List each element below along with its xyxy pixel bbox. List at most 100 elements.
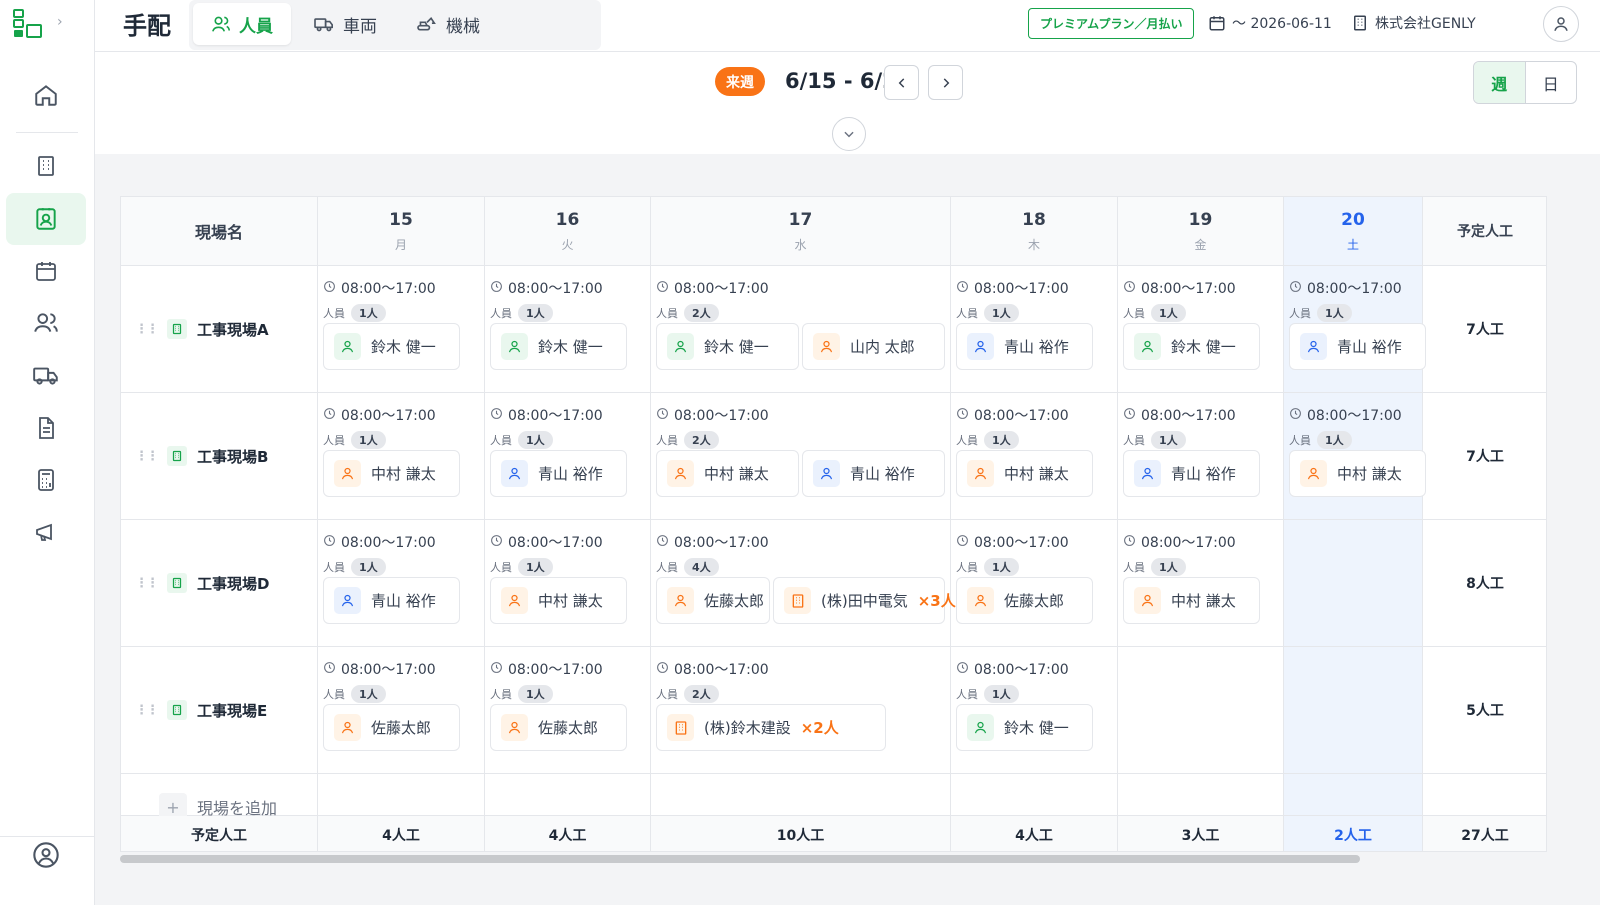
schedule-cell[interactable]: 08:00〜17:00 人員 1人 青山 裕作: [318, 520, 485, 647]
weekday-label: 火: [561, 237, 574, 252]
schedule-cell[interactable]: 08:00〜17:00 人員 1人 中村 謙太: [1118, 520, 1284, 647]
tab-staff[interactable]: 人員: [193, 3, 291, 45]
day-number: 20: [1341, 209, 1365, 230]
schedule-cell[interactable]: 08:00〜17:00 人員 1人 中村 謙太: [485, 520, 651, 647]
drag-handle-icon[interactable]: ⋮⋮: [135, 703, 159, 718]
schedule-cell[interactable]: 08:00〜17:00 人員 1人 中村 謙太: [951, 393, 1118, 520]
staff-chip[interactable]: 佐藤太郎: [956, 577, 1093, 624]
staff-chip[interactable]: 山内 太郎: [802, 323, 945, 370]
staff-chip[interactable]: 中村 謙太: [1289, 450, 1426, 497]
view-day-button[interactable]: 日: [1526, 62, 1577, 103]
column-header-day[interactable]: 15 月: [318, 197, 485, 266]
site-row-name[interactable]: ⋮⋮ 工事現場E: [121, 647, 318, 774]
schedule-cell[interactable]: [1118, 647, 1284, 774]
next-week-button[interactable]: [928, 65, 963, 100]
app-logo[interactable]: [13, 9, 43, 39]
view-week-button[interactable]: 週: [1474, 62, 1526, 103]
site-row-name[interactable]: ⋮⋮ 工事現場A: [121, 266, 318, 393]
sidebar-item-home[interactable]: [6, 69, 86, 121]
date-range-indicator[interactable]: 〜 2026-06-11: [1208, 13, 1332, 33]
schedule-cell[interactable]: [1284, 520, 1423, 647]
headcount-value: 1人: [351, 558, 386, 576]
subcontractor-chip[interactable]: (株)田中電気 ×3人: [773, 577, 956, 624]
user-avatar[interactable]: [1543, 6, 1579, 42]
site-row-name[interactable]: ⋮⋮ 工事現場B: [121, 393, 318, 520]
clock-icon: [656, 280, 669, 297]
prev-week-button[interactable]: [884, 65, 919, 100]
staff-chip[interactable]: 中村 謙太: [490, 577, 627, 624]
staff-chip[interactable]: 佐藤太郎: [490, 704, 627, 751]
staff-chip[interactable]: 鈴木 健一: [656, 323, 799, 370]
staff-chip[interactable]: 鈴木 健一: [490, 323, 627, 370]
schedule-cell[interactable]: 08:00〜17:00 人員 1人 鈴木 健一: [318, 266, 485, 393]
schedule-cell[interactable]: 08:00〜17:00 人員 1人 佐藤太郎: [485, 647, 651, 774]
staff-chip[interactable]: 中村 謙太: [656, 450, 799, 497]
staff-name: 中村 謙太: [538, 592, 603, 610]
staff-chip[interactable]: 中村 謙太: [1123, 577, 1260, 624]
expand-sidebar-icon[interactable]: ›: [57, 14, 63, 30]
horizontal-scrollbar[interactable]: [120, 853, 1532, 865]
staff-chip[interactable]: 青山 裕作: [1289, 323, 1426, 370]
plan-badge[interactable]: プレミアムプラン／月払い: [1028, 8, 1195, 39]
sidebar-item-announcements[interactable]: [6, 506, 86, 558]
schedule-cell[interactable]: 08:00〜17:00 人員 1人 青山 裕作: [1118, 393, 1284, 520]
tab-vehicles[interactable]: 車両: [295, 3, 395, 45]
sidebar-item-arrangement[interactable]: [6, 193, 86, 245]
sidebar-item-documents[interactable]: [6, 402, 86, 454]
staff-chip[interactable]: 青山 裕作: [490, 450, 627, 497]
column-header-day[interactable]: 19 金: [1118, 197, 1284, 266]
subcontractor-chip[interactable]: (株)鈴木建設 ×2人: [656, 704, 886, 751]
staff-chip[interactable]: 鈴木 健一: [323, 323, 460, 370]
sidebar-item-staff[interactable]: [6, 297, 86, 349]
company-selector[interactable]: 株式会社GENLY: [1351, 13, 1476, 33]
schedule-cell[interactable]: 08:00〜17:00 人員 1人 佐藤太郎: [318, 647, 485, 774]
staff-chip[interactable]: 鈴木 健一: [956, 704, 1093, 751]
staff-chip[interactable]: 青山 裕作: [956, 323, 1093, 370]
schedule-cell[interactable]: 08:00〜17:00 人員 1人 中村 謙太: [318, 393, 485, 520]
column-header-day[interactable]: 16 火: [485, 197, 651, 266]
column-header-day[interactable]: 20 土: [1284, 197, 1423, 266]
scrollbar-thumb[interactable]: [120, 855, 1360, 863]
tab-machines[interactable]: 機械: [398, 3, 498, 45]
staff-chip[interactable]: 青山 裕作: [323, 577, 460, 624]
schedule-cell[interactable]: 08:00〜17:00 人員 1人 青山 裕作: [485, 393, 651, 520]
schedule-cell[interactable]: 08:00〜17:00 人員 1人 中村 謙太: [1284, 393, 1426, 520]
sidebar-item-calculator[interactable]: [6, 454, 86, 506]
clock-icon: [656, 407, 669, 424]
column-header-total: 予定人工: [1423, 197, 1546, 266]
sidebar-item-vehicles[interactable]: [6, 349, 86, 401]
schedule-cell[interactable]: 08:00〜17:00 人員 4人 佐藤太郎 (株)田中電気 ×3人: [651, 520, 956, 647]
person-icon: [813, 333, 840, 360]
sidebar-item-account[interactable]: [6, 829, 86, 881]
staff-chip[interactable]: 青山 裕作: [1123, 450, 1260, 497]
site-row-name[interactable]: ⋮⋮ 工事現場D: [121, 520, 318, 647]
schedule-cell[interactable]: 08:00〜17:00 人員 2人 鈴木 健一 山内 太郎: [651, 266, 951, 393]
staff-chip[interactable]: 佐藤太郎: [323, 704, 460, 751]
schedule-cell[interactable]: 08:00〜17:00 人員 1人 青山 裕作: [951, 266, 1118, 393]
next-week-badge[interactable]: 来週: [715, 67, 765, 96]
expand-filters-button[interactable]: [832, 117, 866, 151]
staff-chip[interactable]: 中村 謙太: [956, 450, 1093, 497]
drag-handle-icon[interactable]: ⋮⋮: [135, 322, 159, 337]
schedule-cell[interactable]: [1284, 647, 1423, 774]
schedule-cell[interactable]: 08:00〜17:00 人員 1人 佐藤太郎: [951, 520, 1118, 647]
column-header-day[interactable]: 17 水: [651, 197, 951, 266]
schedule-cell[interactable]: 08:00〜17:00 人員 1人 鈴木 健一: [1118, 266, 1284, 393]
drag-handle-icon[interactable]: ⋮⋮: [135, 576, 159, 591]
schedule-cell[interactable]: 08:00〜17:00 人員 1人 青山 裕作: [1284, 266, 1426, 393]
column-header-day[interactable]: 18 木: [951, 197, 1118, 266]
calculator-icon: [38, 469, 54, 491]
staff-chip[interactable]: 佐藤太郎: [656, 577, 770, 624]
staff-name: 青山 裕作: [538, 465, 603, 483]
sidebar-item-calendar[interactable]: [6, 245, 86, 297]
empty-cell: [651, 774, 951, 816]
staff-chip[interactable]: 鈴木 健一: [1123, 323, 1260, 370]
schedule-cell[interactable]: 08:00〜17:00 人員 1人 鈴木 健一: [485, 266, 651, 393]
sidebar-item-buildings[interactable]: [6, 140, 86, 192]
schedule-cell[interactable]: 08:00〜17:00 人員 1人 鈴木 健一: [951, 647, 1118, 774]
schedule-cell[interactable]: 08:00〜17:00 人員 2人 中村 謙太 青山 裕作: [651, 393, 951, 520]
drag-handle-icon[interactable]: ⋮⋮: [135, 449, 159, 464]
staff-chip[interactable]: 中村 謙太: [323, 450, 460, 497]
staff-chip[interactable]: 青山 裕作: [802, 450, 945, 497]
schedule-cell[interactable]: 08:00〜17:00 人員 2人 (株)鈴木建設 ×2人: [651, 647, 951, 774]
